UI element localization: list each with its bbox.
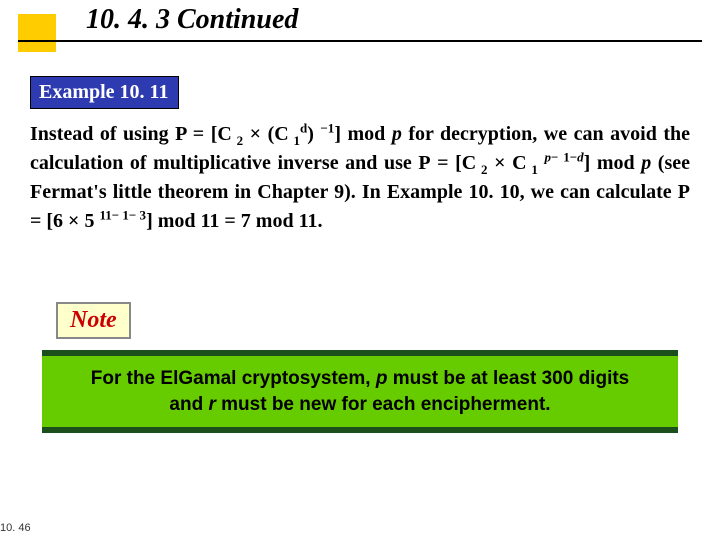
note-panel: For the ElGamal cryptosystem, p must be … xyxy=(42,350,678,433)
slide-heading: 10. 4. 3 Continued xyxy=(0,0,720,62)
note-label-box: Note xyxy=(56,302,131,339)
note-line-2: and r must be new for each encipherment. xyxy=(70,392,650,418)
heading-accent-square xyxy=(18,14,56,52)
note-line-1: For the ElGamal cryptosystem, p must be … xyxy=(70,366,650,392)
example-label: Example 10. 11 xyxy=(39,81,168,103)
heading-rule xyxy=(18,40,702,42)
body-paragraph: Instead of using P = [C 2 × (C 1d) −1] m… xyxy=(30,120,690,236)
example-label-box: Example 10. 11 xyxy=(30,76,179,109)
note-label: Note xyxy=(70,307,117,333)
heading-text: 10. 4. 3 Continued xyxy=(86,4,298,36)
page-number: 10. 46 xyxy=(0,522,31,534)
